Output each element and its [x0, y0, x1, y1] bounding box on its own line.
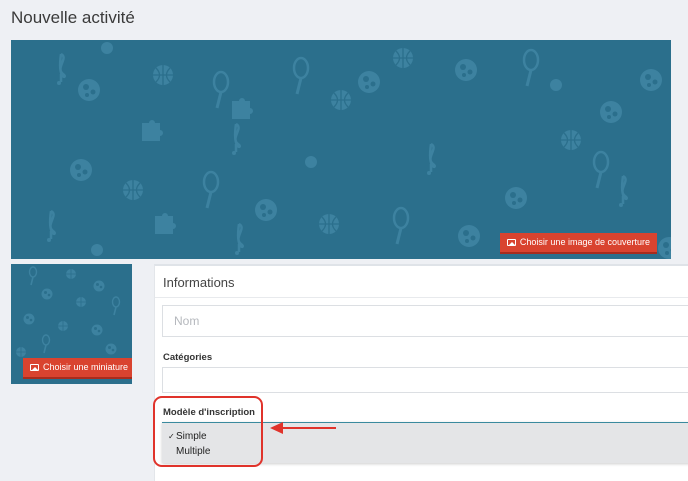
name-input[interactable]	[162, 305, 688, 337]
image-icon	[506, 239, 516, 246]
thumbnail-image: Choisir une miniature	[11, 264, 132, 384]
informations-panel: Informations Catégories Modèle d'inscrip…	[154, 264, 688, 481]
choose-cover-label: Choisir une image de couverture	[519, 237, 650, 247]
option-multiple[interactable]: Multiple	[162, 446, 210, 457]
option-simple-label: Simple	[176, 431, 207, 442]
page-title: Nouvelle activité	[11, 8, 135, 27]
categories-input[interactable]	[162, 367, 688, 393]
cover-image: Choisir une image de couverture	[11, 40, 671, 259]
choose-thumbnail-button[interactable]: Choisir une miniature	[23, 358, 132, 379]
categories-label: Catégories	[163, 352, 213, 363]
model-label: Modèle d'inscription	[163, 407, 255, 418]
choose-cover-button[interactable]: Choisir une image de couverture	[499, 233, 657, 254]
option-multiple-label: Multiple	[176, 446, 211, 457]
annotation-arrow-icon	[270, 422, 336, 434]
image-icon	[30, 364, 39, 371]
cover-pattern	[45, 42, 671, 259]
model-select-dropdown[interactable]: ✓Simple Multiple	[162, 422, 688, 463]
check-icon: ✓	[168, 432, 175, 441]
option-simple[interactable]: ✓Simple	[162, 431, 207, 442]
choose-thumbnail-label: Choisir une miniature	[43, 362, 129, 372]
informations-title: Informations	[163, 275, 235, 290]
panel-divider	[155, 297, 688, 298]
